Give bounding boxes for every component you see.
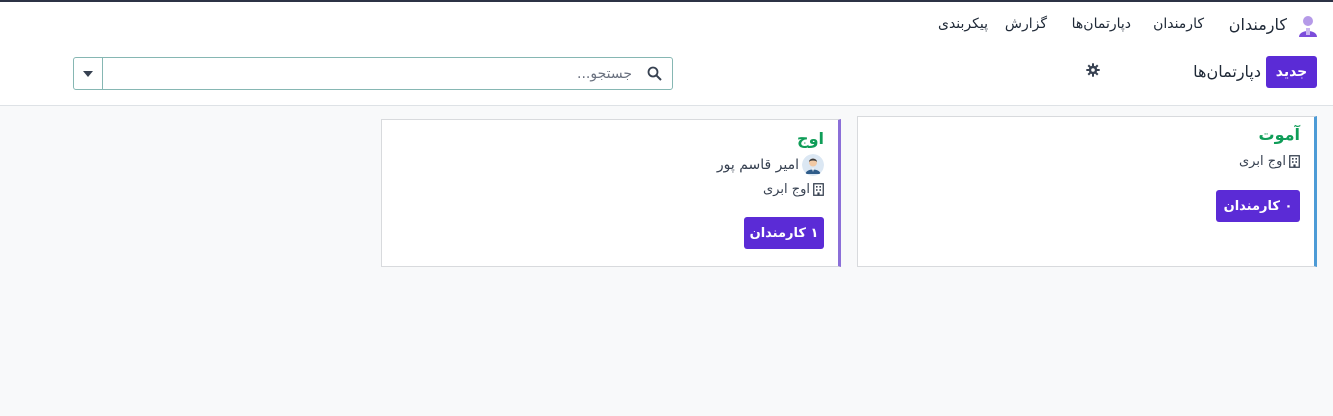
department-name[interactable]: آموت <box>1259 125 1301 144</box>
new-button[interactable]: جدید <box>1266 56 1317 88</box>
employees-button[interactable]: ۰ کارمندان <box>1216 190 1300 222</box>
search-bar <box>73 57 673 90</box>
company-line: اوج ابری <box>763 182 824 197</box>
nav-reporting[interactable]: گزارش <box>1005 16 1047 32</box>
search-options-toggle[interactable] <box>74 58 103 89</box>
department-name[interactable]: اوج <box>797 129 824 148</box>
manager-line: امیر قاسم پور <box>717 154 824 176</box>
manager-name: امیر قاسم پور <box>716 157 799 173</box>
nav-configuration[interactable]: پیکربندی <box>938 16 988 32</box>
company-name: اوج ابری <box>763 182 810 197</box>
breadcrumb: دپارتمان‌ها <box>1193 62 1261 81</box>
company-name: اوج ابری <box>1239 154 1286 169</box>
avatar <box>802 154 824 176</box>
nav-departments[interactable]: دپارتمان‌ها <box>1072 16 1131 32</box>
building-icon <box>813 183 824 196</box>
search-input[interactable] <box>104 58 638 89</box>
caret-down-icon <box>83 70 93 77</box>
department-card[interactable]: آموت اوج ابری ۰ کارمندان <box>857 116 1317 267</box>
department-card[interactable]: اوج امیر قاسم پور اوج ابری ۱ کارمندان <box>381 119 841 267</box>
nav-employees[interactable]: کارمندان <box>1153 16 1204 32</box>
search-icon[interactable] <box>647 66 662 81</box>
building-icon <box>1289 155 1300 168</box>
app-employees-icon[interactable] <box>1297 14 1319 38</box>
employees-button[interactable]: ۱ کارمندان <box>744 217 824 249</box>
gear-icon[interactable] <box>1086 63 1100 77</box>
company-line: اوج ابری <box>1239 154 1300 169</box>
top-bar: کارمندان کارمندان دپارتمان‌ها گزارش پیکر… <box>0 2 1333 106</box>
app-name[interactable]: کارمندان <box>1229 15 1287 34</box>
